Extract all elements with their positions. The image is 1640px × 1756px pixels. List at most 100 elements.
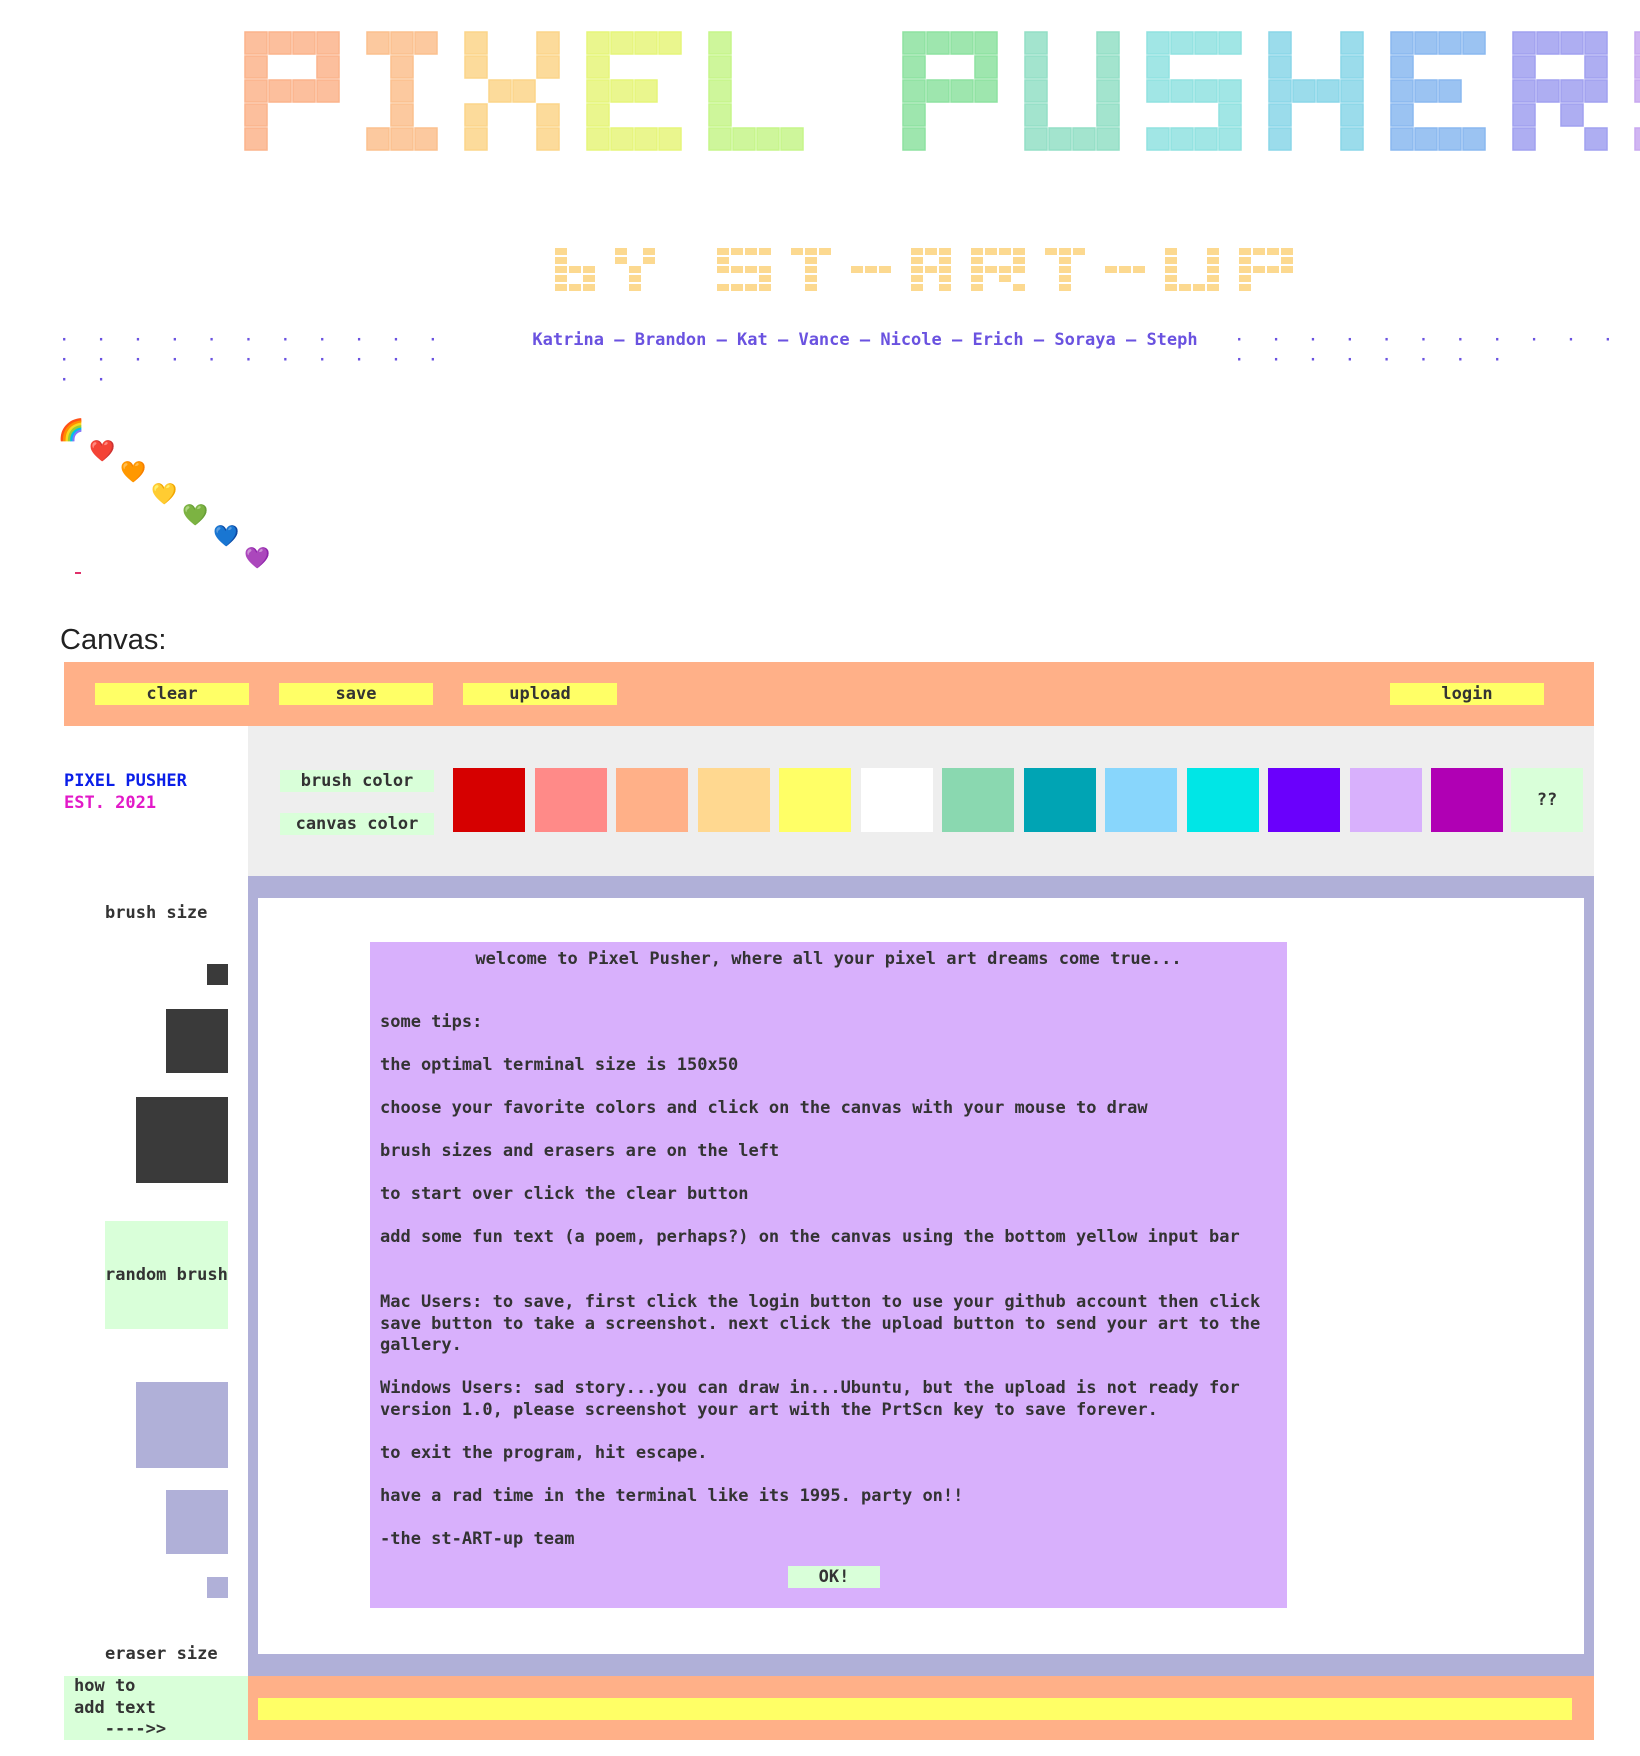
- ok-button[interactable]: OK!: [788, 1566, 880, 1588]
- title-pixel: [1462, 127, 1486, 151]
- title-pixel: [1207, 257, 1219, 264]
- color-swatch[interactable]: [1349, 768, 1422, 832]
- save-button[interactable]: save: [279, 683, 433, 705]
- title-pixel: [1340, 31, 1364, 55]
- title-pixel: [1390, 127, 1414, 151]
- title-pixel: [1267, 248, 1279, 255]
- title-pixel: [999, 275, 1011, 282]
- title-pixel: [1414, 31, 1438, 55]
- color-swatch[interactable]: [616, 768, 688, 832]
- brush-size-small[interactable]: [207, 964, 228, 985]
- title-pixel: [292, 79, 316, 103]
- title-pixel: [1584, 31, 1608, 55]
- title-pixel: [629, 266, 641, 273]
- color-swatch[interactable]: [779, 768, 851, 832]
- color-swatch[interactable]: [1186, 768, 1259, 832]
- title-pixel: [939, 248, 951, 255]
- title-pixel: [1146, 79, 1170, 103]
- color-swatch[interactable]: [453, 768, 525, 832]
- title-pixel: [583, 275, 595, 282]
- title-pixel: [1281, 248, 1293, 255]
- title-pixel: [1119, 266, 1131, 273]
- title-pixel: [1059, 284, 1071, 291]
- title-pixel: [1634, 127, 1640, 151]
- title-pixel: [1281, 266, 1293, 273]
- clear-button[interactable]: clear: [95, 683, 249, 705]
- random-brush-button[interactable]: random brush: [105, 1221, 228, 1329]
- title-pixel: [1165, 275, 1177, 282]
- color-swatch[interactable]: [1431, 768, 1503, 832]
- title-pixel: [756, 127, 780, 151]
- color-swatch[interactable]: [1105, 768, 1177, 832]
- eraser-size-small[interactable]: [207, 1577, 228, 1598]
- title-pixel: [1165, 266, 1177, 273]
- brush-size-large[interactable]: [136, 1097, 228, 1183]
- text-input-bar: [248, 1676, 1594, 1740]
- orange-heart-icon: 🧡: [120, 460, 147, 484]
- title-pixel: [414, 127, 438, 151]
- title-pixel: [1268, 55, 1292, 79]
- title-pixel: [926, 31, 950, 55]
- title-pixel: [950, 31, 974, 55]
- color-swatch[interactable]: [1268, 768, 1340, 832]
- title-pixel: [1414, 79, 1438, 103]
- title-pixel: [985, 266, 997, 273]
- color-swatch[interactable]: [697, 768, 770, 832]
- color-swatch[interactable]: [1023, 768, 1096, 832]
- more-colors-button[interactable]: ??: [1511, 768, 1583, 832]
- color-swatch[interactable]: [860, 768, 933, 832]
- title-pixel: [615, 248, 627, 255]
- title-pixel: [805, 266, 817, 273]
- title-pixel: [244, 79, 268, 103]
- title-pixel: [717, 248, 729, 255]
- title-pixel: [1013, 266, 1025, 273]
- canvas-color-button[interactable]: canvas color: [280, 813, 434, 835]
- title-pixel: [911, 275, 923, 282]
- title-pixel: [1512, 127, 1536, 151]
- title-pixel: [555, 275, 567, 282]
- title-pixel: [390, 79, 414, 103]
- dots-left: · · · · · · · · · · · · · · · · · · · · …: [60, 332, 448, 388]
- color-swatch[interactable]: [534, 768, 607, 832]
- title-pixel: [643, 248, 655, 255]
- title-pixel: [759, 248, 771, 255]
- title-pixel: [555, 266, 567, 273]
- title-pixel: [658, 31, 682, 55]
- signoff-text: -the st-ART-up team: [380, 1529, 575, 1549]
- title-pixel: [316, 31, 340, 55]
- title-pixel: [1146, 127, 1170, 151]
- title-pixel: [610, 79, 634, 103]
- title-pixel: [865, 266, 877, 273]
- title-pixel: [939, 257, 951, 264]
- login-button[interactable]: login: [1390, 683, 1544, 705]
- title-pixel: [583, 266, 595, 273]
- blue-heart-icon: 💙: [213, 524, 240, 548]
- title-pixel: [1536, 79, 1560, 103]
- eraser-size-medium[interactable]: [166, 1490, 228, 1554]
- title-pixel: [759, 266, 771, 273]
- howto-arrow: ---->>: [74, 1719, 167, 1739]
- title-pixel: [244, 127, 268, 151]
- title-pixel: [1634, 55, 1640, 79]
- title-pixel: [1340, 103, 1364, 127]
- upload-button[interactable]: upload: [463, 683, 617, 705]
- title-pixel: [780, 127, 804, 151]
- title-pixel: [1165, 257, 1177, 264]
- brush-color-button[interactable]: brush color: [280, 770, 434, 792]
- canvas-text-input[interactable]: [258, 1698, 1572, 1720]
- eraser-size-large[interactable]: [136, 1382, 228, 1468]
- title-pixel: [512, 79, 536, 103]
- title-pixel: [971, 257, 983, 264]
- title-pixel: [292, 31, 316, 55]
- title-pixel: [1096, 79, 1120, 103]
- color-swatch[interactable]: [942, 768, 1014, 832]
- title-pixel: [1218, 127, 1242, 151]
- title-pixel: [911, 266, 923, 273]
- title-pixel: [634, 127, 658, 151]
- title-pixel: [1584, 55, 1608, 79]
- title-pixel: [745, 284, 757, 291]
- title-pixel: [902, 79, 926, 103]
- title-pixel: [1218, 31, 1242, 55]
- title-pixel: [1194, 127, 1218, 151]
- brush-size-medium[interactable]: [166, 1009, 228, 1073]
